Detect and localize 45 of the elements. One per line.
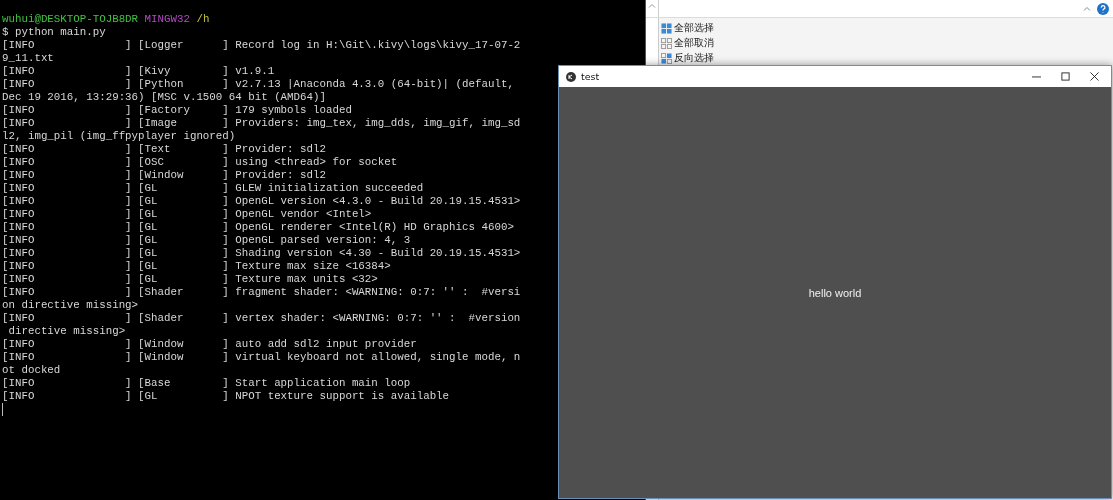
log-line: Dec 19 2016, 13:29:36) [MSC v.1500 64 bit (AMD64)] — [2, 91, 326, 104]
log-line: [INFO ] [Shader ] fragment shader: <WARNING: 0:7: '' : #versi — [2, 286, 521, 299]
log-line: [INFO ] [GL ] NPOT texture support is available — [2, 390, 450, 403]
maximize-icon[interactable] — [1061, 72, 1070, 81]
ribbon-item[interactable]: 全部选择 — [661, 21, 714, 35]
grid-icon — [661, 22, 672, 34]
prompt-text: MINGW32 — [144, 13, 190, 26]
log-line: [INFO ] [Window ] virtual keyboard not allowed, single mode, n — [2, 351, 521, 364]
log-line: [INFO ] [OSC ] using <thread> for socket — [2, 156, 398, 169]
log-line: l2, img_pil (img_ffpyplayer ignored) — [2, 130, 236, 143]
log-line: [INFO ] [Window ] auto add sdl2 input provider — [2, 338, 417, 351]
log-line: $ python main.py — [2, 26, 106, 39]
ribbon-item[interactable]: 全部取消 — [661, 36, 714, 50]
log-line: directive missing> — [7, 325, 126, 338]
log-line: [INFO ] [Python ] v2.7.13 |Anaconda 4.3.0 (64-bit)| (default, — [2, 78, 514, 91]
app-icon — [566, 71, 576, 82]
log-line: [INFO ] [GL ] Shading version <4.30 - Build 20.19.15.4531> — [2, 247, 521, 260]
log-line: [INFO ] [Kivy ] v1.9.1 — [2, 65, 275, 78]
label-text: hello world — [808, 286, 862, 299]
grid-icon — [661, 52, 672, 64]
log-line: [INFO ] [GL ] OpenGL vendor <Intel> — [2, 208, 372, 221]
log-line: on directive missing> — [2, 299, 139, 312]
log-line: [INFO ] [Factory ] 179 symbols loaded — [2, 104, 352, 117]
log-line: ot docked — [2, 364, 61, 377]
log-line: [INFO ] [Window ] Provider: sdl2 — [2, 169, 326, 182]
log-line: [INFO ] [Text ] Provider: sdl2 — [2, 143, 326, 156]
log-line: [INFO ] [GL ] OpenGL renderer <Intel(R) HD Graphics 4600> — [2, 221, 514, 234]
help-icon[interactable] — [1097, 2, 1109, 15]
grid-icon — [661, 37, 672, 49]
log-line: [INFO ] [GL ] Texture max size <16384> — [2, 260, 391, 273]
log-line: [INFO ] [Image ] Providers: img_tex, img_dds, img_gif, img_sd — [2, 117, 521, 130]
log-line: 9_11.txt — [2, 52, 54, 65]
ribbon-item[interactable]: 反向选择 — [661, 51, 714, 65]
close-icon[interactable] — [1090, 72, 1099, 81]
prompt-text: wuhui@DESKTOP-TOJB8DR — [2, 13, 139, 26]
log-line: [INFO ] [GL ] OpenGL version <4.3.0 - Build 20.19.15.4531> — [2, 195, 521, 208]
text-cursor — [2, 403, 3, 416]
log-line: [INFO ] [GL ] OpenGL parsed version: 4, 3 — [2, 234, 411, 247]
log-line: [INFO ] [Logger ] Record log in H:\Git\.kivy\logs\kivy_17-07-2 — [2, 39, 521, 52]
log-line: [INFO ] [GL ] GLEW initialization succeeded — [2, 182, 424, 195]
window-title: test — [581, 71, 601, 82]
log-line: [INFO ] [GL ] Texture max units <32> — [2, 273, 378, 286]
prompt-text: /h — [196, 13, 210, 26]
log-line: [INFO ] [Shader ] vertex shader: <WARNING: 0:7: '' : #version — [2, 312, 521, 325]
log-line: [INFO ] [Base ] Start application main loop — [2, 377, 411, 390]
